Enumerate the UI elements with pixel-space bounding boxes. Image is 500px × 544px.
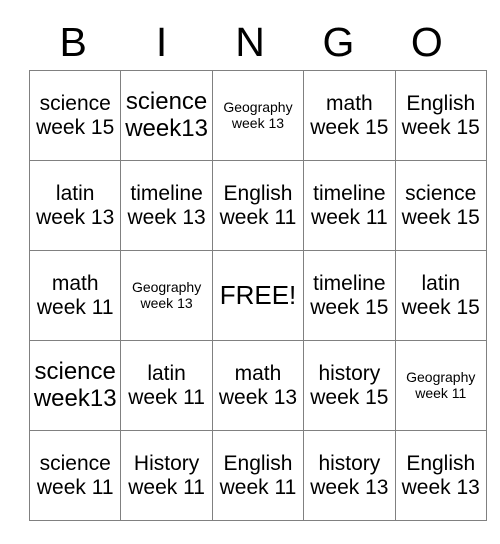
bingo-cell-label: math week 13	[218, 361, 298, 409]
bingo-cell-label: timeline week 15	[310, 271, 389, 319]
bingo-row: science week 11 History week 11 English …	[28, 430, 487, 521]
bingo-cell[interactable]: latin week 13	[28, 160, 122, 251]
bingo-cell[interactable]: history week 15	[303, 340, 396, 431]
bingo-cell[interactable]: Geography week 13	[211, 70, 305, 161]
bingo-cell[interactable]: English week 11	[211, 430, 305, 521]
bingo-header: B I N G O	[29, 14, 471, 70]
bingo-cell-label: Geography week 13	[223, 98, 293, 131]
bingo-cell-label: English week 11	[219, 181, 297, 229]
bingo-cell-label: latin week 11	[128, 361, 205, 409]
bingo-cell-label: English week 15	[401, 91, 480, 139]
bingo-header-letter-g: G	[322, 18, 355, 65]
bingo-row: latin week 13 timeline week 13 English w…	[28, 160, 487, 251]
bingo-row: science week13 latin week 11 math week 1…	[28, 340, 487, 431]
bingo-free-cell[interactable]: FREE!	[211, 250, 305, 341]
bingo-cell-label: math week 11	[36, 271, 114, 319]
bingo-cell[interactable]: latin week 15	[394, 250, 487, 341]
bingo-free-label: FREE!	[219, 279, 297, 310]
bingo-cell[interactable]: math week 11	[28, 250, 122, 341]
bingo-header-letter-o: O	[410, 18, 443, 65]
bingo-cell[interactable]: math week 15	[303, 70, 396, 161]
bingo-cell-label: English week 13	[401, 451, 480, 499]
bingo-cell-label: science week13	[125, 87, 208, 142]
bingo-header-letter-i: I	[155, 18, 168, 65]
bingo-cell-label: science week13	[33, 357, 117, 412]
bingo-cell[interactable]: science week 15	[28, 70, 122, 161]
bingo-cell-label: History week 11	[128, 451, 205, 499]
bingo-cell[interactable]: History week 11	[120, 430, 213, 521]
bingo-cell-label: history week 13	[310, 451, 389, 499]
bingo-cell[interactable]: history week 13	[303, 430, 396, 521]
bingo-cell[interactable]: timeline week 13	[120, 160, 213, 251]
bingo-cell-label: latin week 13	[36, 181, 115, 229]
bingo-cell[interactable]: science week13	[28, 340, 122, 431]
bingo-row: math week 11 Geography week 13 FREE! tim…	[28, 250, 487, 341]
bingo-cell-label: latin week 15	[401, 271, 480, 319]
bingo-cell-label: history week 15	[310, 361, 389, 409]
bingo-cell[interactable]: English week 11	[211, 160, 305, 251]
bingo-cell-label: science week 11	[36, 451, 114, 499]
bingo-cell[interactable]: latin week 11	[120, 340, 213, 431]
bingo-cell[interactable]: science week13	[120, 70, 213, 161]
bingo-cell[interactable]: science week 11	[28, 430, 122, 521]
bingo-cell-label: science week 15	[401, 181, 480, 229]
bingo-cell-label: timeline week 11	[311, 181, 388, 229]
bingo-cell-label: Geography week 13	[131, 278, 202, 311]
bingo-cell[interactable]: math week 13	[211, 340, 305, 431]
bingo-cell[interactable]: English week 15	[394, 70, 487, 161]
bingo-cell[interactable]: Geography week 13	[120, 250, 213, 341]
bingo-cell-label: Geography week 11	[406, 368, 476, 401]
bingo-cell-label: math week 15	[310, 91, 389, 139]
bingo-row: science week 15 science week13 Geography…	[28, 70, 487, 161]
bingo-card: B I N G O science week 15 science week13…	[28, 14, 487, 521]
bingo-cell[interactable]: English week 13	[394, 430, 487, 521]
bingo-cell[interactable]: science week 15	[394, 160, 487, 251]
bingo-cell[interactable]: timeline week 11	[303, 160, 396, 251]
bingo-cell[interactable]: Geography week 11	[394, 340, 487, 431]
bingo-cell[interactable]: timeline week 15	[303, 250, 396, 341]
bingo-header-letter-n: N	[235, 18, 265, 65]
bingo-cell-label: timeline week 13	[127, 181, 206, 229]
bingo-grid: science week 15 science week13 Geography…	[28, 70, 487, 521]
bingo-cell-label: science week 15	[36, 91, 115, 139]
bingo-header-letter-b: B	[59, 18, 87, 65]
bingo-cell-label: English week 11	[219, 451, 297, 499]
